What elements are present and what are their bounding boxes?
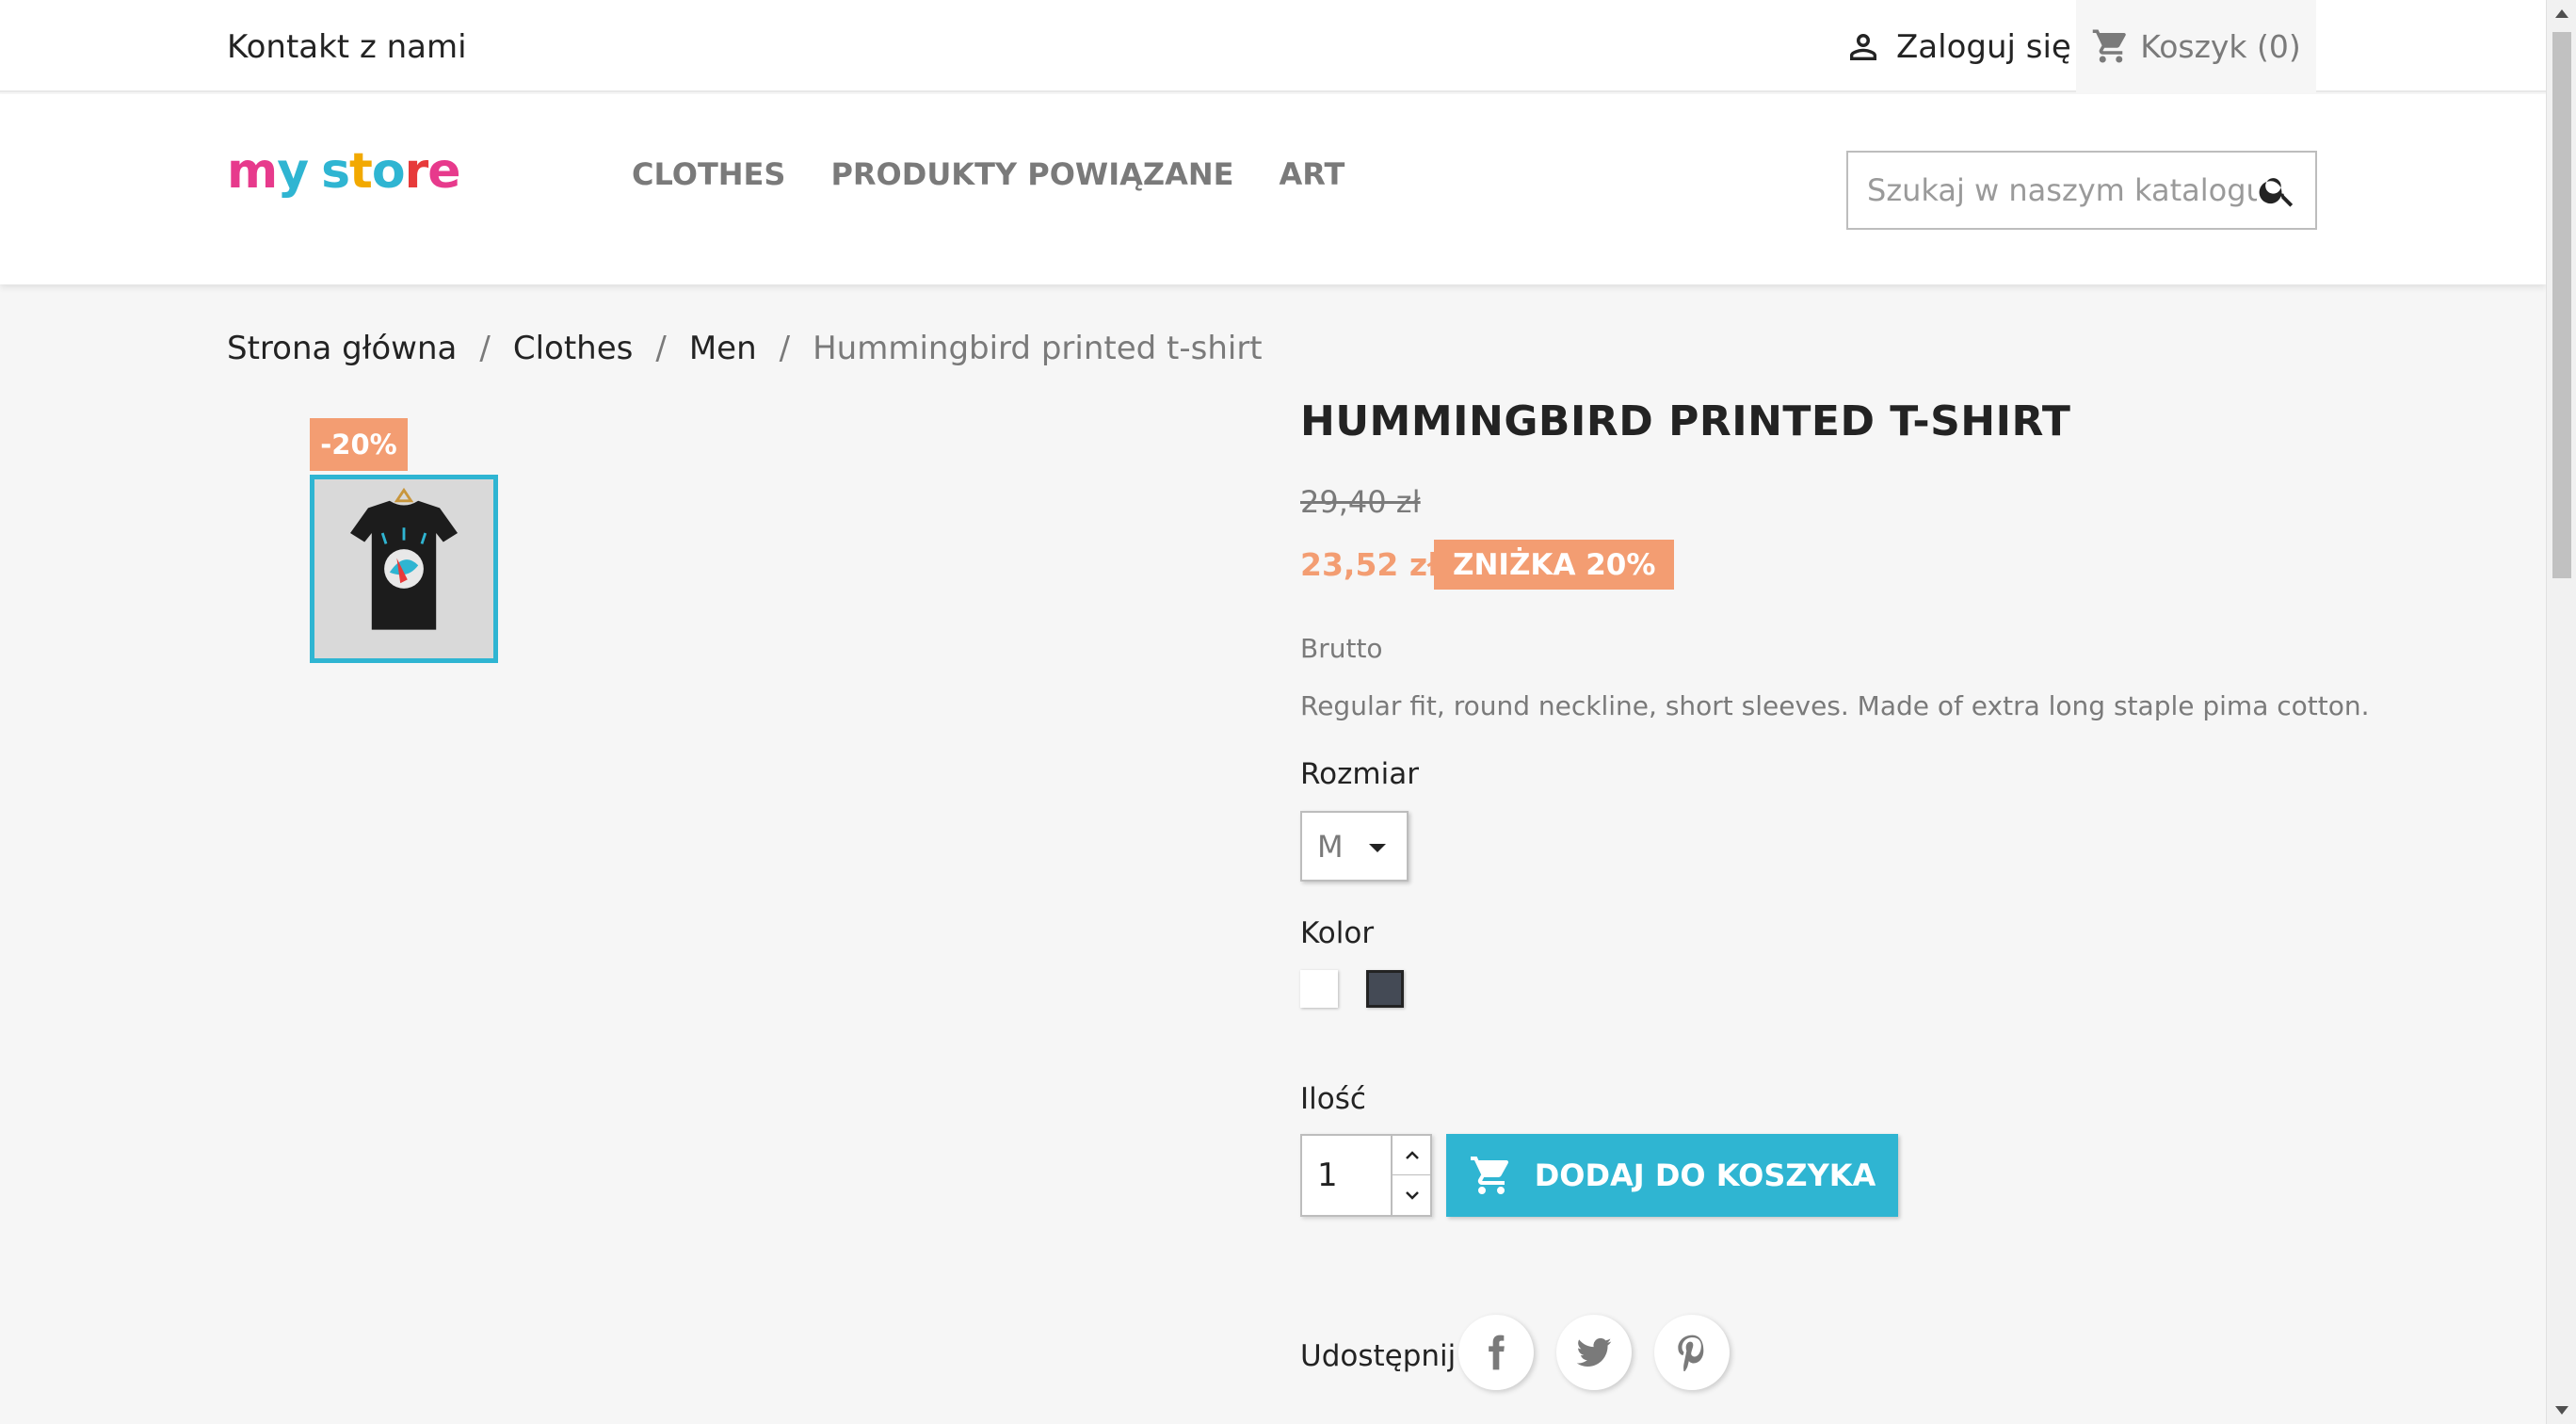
- top-bar: Kontakt z nami Zaloguj się Koszyk (0): [0, 0, 2546, 92]
- cart-icon: [1470, 1157, 1508, 1194]
- scrollbar-thumb[interactable]: [2552, 32, 2571, 578]
- quantity-input[interactable]: [1302, 1136, 1391, 1215]
- add-to-cart-label: DODAJ DO KOSZYKA: [1534, 1157, 1876, 1193]
- store-logo[interactable]: my store: [227, 143, 461, 200]
- share-facebook-button[interactable]: [1458, 1315, 1534, 1390]
- site-header: my store CLOTHES PRODUKTY POWIĄZANE ART: [0, 94, 2546, 284]
- share-twitter-button[interactable]: [1556, 1315, 1632, 1390]
- breadcrumb-separator: /: [779, 330, 791, 367]
- login-label: Zaloguj się: [1896, 28, 2071, 66]
- logo-letter: y: [277, 143, 309, 200]
- search-input[interactable]: [1848, 172, 2257, 208]
- breadcrumb-clothes[interactable]: Clothes: [513, 330, 634, 367]
- chevron-up-icon: [1406, 1150, 1419, 1159]
- search-icon[interactable]: [2257, 170, 2298, 211]
- tshirt-image: [314, 479, 493, 658]
- share-pinterest-button[interactable]: [1654, 1315, 1730, 1390]
- main-nav: CLOTHES PRODUKTY POWIĄZANE ART: [632, 156, 1344, 192]
- pinterest-icon: [1678, 1335, 1704, 1371]
- breadcrumb-home[interactable]: Strona główna: [227, 330, 457, 367]
- logo-letter: s: [321, 143, 350, 200]
- cart-icon: [2092, 29, 2127, 63]
- facebook-icon: [1489, 1335, 1505, 1370]
- size-select[interactable]: M: [1300, 811, 1409, 882]
- tax-label: Brutto: [1300, 633, 1383, 664]
- breadcrumb-men[interactable]: Men: [689, 330, 757, 367]
- cart-label: Koszyk (0): [2140, 27, 2301, 65]
- chevron-down-icon: [1406, 1191, 1419, 1200]
- twitter-icon: [1576, 1337, 1612, 1367]
- share-label: Udostępnij: [1300, 1339, 1457, 1373]
- logo-letter: r: [404, 143, 429, 200]
- color-swatch-white[interactable]: [1300, 970, 1338, 1008]
- caret-down-icon: [1369, 844, 1386, 852]
- product-title: HUMMINGBIRD PRINTED T-SHIRT: [1300, 397, 2071, 445]
- logo-letter: [308, 143, 321, 200]
- breadcrumb-separator: /: [479, 330, 491, 367]
- breadcrumb-separator: /: [655, 330, 667, 367]
- scroll-down-arrow-icon[interactable]: [2555, 1406, 2568, 1415]
- cart-button[interactable]: Koszyk (0): [2076, 0, 2316, 92]
- nav-item-art[interactable]: ART: [1279, 156, 1344, 192]
- breadcrumb: Strona główna / Clothes / Men / Hummingb…: [227, 330, 1263, 367]
- nav-item-clothes[interactable]: CLOTHES: [632, 156, 785, 192]
- size-value: M: [1317, 828, 1344, 865]
- discount-badge: ZNIŻKA 20%: [1434, 540, 1675, 590]
- contact-link[interactable]: Kontakt z nami: [227, 28, 467, 66]
- size-label: Rozmiar: [1300, 757, 1419, 791]
- nav-item-related-products[interactable]: PRODUKTY POWIĄZANE: [830, 156, 1233, 192]
- current-price: 23,52 zł: [1300, 546, 1440, 583]
- add-to-cart-button[interactable]: DODAJ DO KOSZYKA: [1446, 1134, 1898, 1217]
- scroll-up-arrow-icon[interactable]: [2555, 9, 2568, 18]
- login-link[interactable]: Zaloguj się: [1843, 24, 2071, 70]
- logo-letter: o: [371, 143, 406, 200]
- product-thumbnail[interactable]: [310, 475, 498, 663]
- logo-letter: e: [427, 143, 460, 200]
- quantity-label: Ilość: [1300, 1082, 1366, 1116]
- page-scrollbar[interactable]: [2546, 0, 2576, 1424]
- discount-flag: -20%: [310, 418, 408, 471]
- color-swatch-dark-grey[interactable]: [1366, 970, 1404, 1008]
- search-box: [1846, 151, 2317, 230]
- breadcrumb-current: Hummingbird printed t-shirt: [813, 330, 1263, 367]
- quantity-decrease-button[interactable]: [1391, 1175, 1432, 1215]
- product-description: Regular fit, round neckline, short sleev…: [1300, 690, 2370, 721]
- logo-letter: t: [349, 143, 373, 200]
- quantity-stepper: [1300, 1134, 1432, 1217]
- quantity-increase-button[interactable]: [1391, 1136, 1432, 1175]
- logo-letter: m: [227, 143, 278, 200]
- regular-price: 29,40 zł: [1300, 484, 1421, 520]
- color-label: Kolor: [1300, 916, 1375, 950]
- user-icon: [1850, 34, 1876, 60]
